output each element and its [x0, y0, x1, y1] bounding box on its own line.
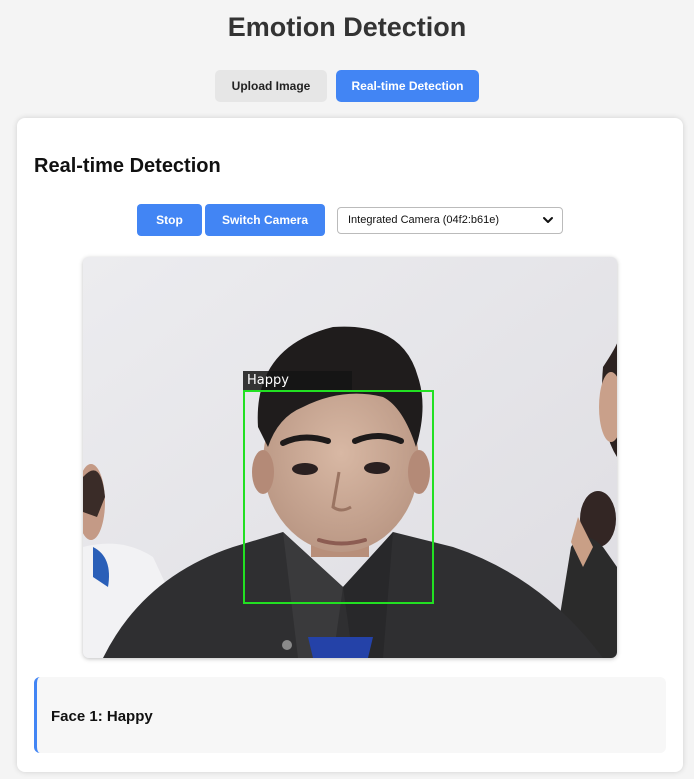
- section-title: Real-time Detection: [34, 155, 221, 177]
- switch-camera-button[interactable]: Switch Camera: [205, 204, 325, 236]
- stop-button[interactable]: Stop: [137, 204, 202, 236]
- face-label: Happy: [243, 371, 352, 391]
- mode-tabs: Upload Image Real-time Detection: [0, 70, 694, 102]
- result-item: Face 1: Happy: [51, 708, 153, 725]
- tab-realtime-detection[interactable]: Real-time Detection: [336, 70, 479, 102]
- tab-upload-image[interactable]: Upload Image: [215, 70, 327, 102]
- camera-controls: Stop Switch Camera Integrated Camera (04…: [17, 204, 683, 236]
- results-panel: Face 1: Happy: [34, 677, 666, 753]
- camera-select-value: Integrated Camera (04f2:b61e): [348, 214, 500, 226]
- chevron-down-icon: [543, 217, 553, 223]
- detection-panel: Real-time Detection Stop Switch Camera I…: [17, 118, 683, 772]
- camera-select[interactable]: Integrated Camera (04f2:b61e): [337, 206, 563, 234]
- page-title: Emotion Detection: [227, 12, 467, 42]
- face-bounding-box: [243, 390, 434, 604]
- video-feed: Happy: [83, 257, 617, 658]
